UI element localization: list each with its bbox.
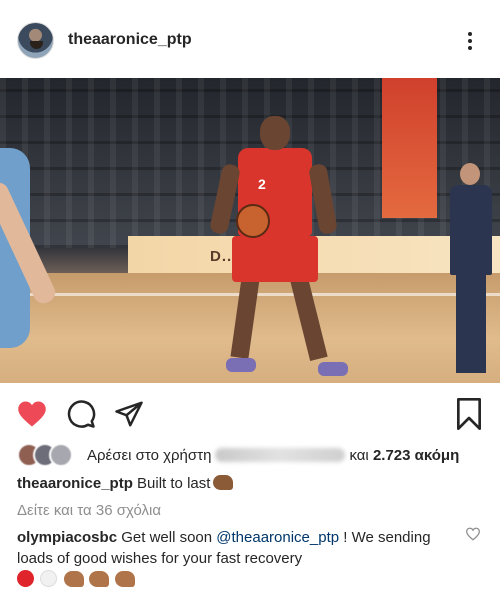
heart-filled-icon[interactable] [17, 400, 47, 428]
comment-icon[interactable] [66, 399, 96, 429]
likes-count[interactable]: 2.723 ακόμη [373, 447, 459, 464]
flexed-biceps-icon [89, 570, 110, 587]
author-username[interactable]: theaaronice_ptp [68, 31, 192, 49]
likes-row[interactable]: Αρέσει στο χρήστη και 2.723 ακόμη [17, 443, 487, 469]
comment-item: olympiacosbc Get well soon @theaaronice_… [17, 527, 457, 569]
comment-like-heart-icon[interactable] [465, 527, 481, 541]
comment-emoji-row [17, 570, 136, 590]
caption-text: Built to last [137, 475, 211, 492]
liker-avatars [17, 443, 79, 467]
likes-prefix: Αρέσει στο χρήστη [87, 447, 212, 464]
basketball [236, 204, 270, 238]
flexed-biceps-icon [114, 570, 135, 587]
view-all-comments-link[interactable]: Δείτε και τα 36 σχόλια [17, 502, 161, 519]
comment-mention[interactable]: @theaaronice_ptp [216, 529, 339, 546]
caption-username[interactable]: theaaronice_ptp [17, 475, 133, 492]
arena-stairs [382, 78, 437, 218]
post-photo[interactable]: D...UE #2 2 [0, 78, 500, 383]
author-avatar[interactable] [17, 22, 54, 59]
likes-text: Αρέσει στο χρήστη και 2.723 ακόμη [87, 447, 459, 464]
comment-username[interactable]: olympiacosbc [17, 529, 117, 546]
more-vertical-icon[interactable] [462, 28, 478, 54]
jersey-number: 2 [258, 176, 266, 192]
action-bar [0, 383, 500, 443]
player-figure: 2 [208, 108, 350, 380]
likes-and: και [349, 447, 369, 464]
flexed-biceps-icon [63, 570, 84, 587]
defender-figure [0, 118, 80, 383]
flexed-biceps-icon [213, 475, 234, 490]
post-caption: theaaronice_ptp Built to last [17, 475, 234, 492]
bookmark-icon[interactable] [455, 398, 483, 430]
white-circle-icon [40, 570, 58, 588]
comment-text-start: Get well soon [121, 529, 213, 546]
blurred-username [215, 448, 346, 462]
red-circle-icon [17, 570, 34, 588]
coach-figure [448, 163, 494, 373]
share-icon[interactable] [114, 399, 144, 429]
post-header: theaaronice_ptp [0, 0, 500, 78]
